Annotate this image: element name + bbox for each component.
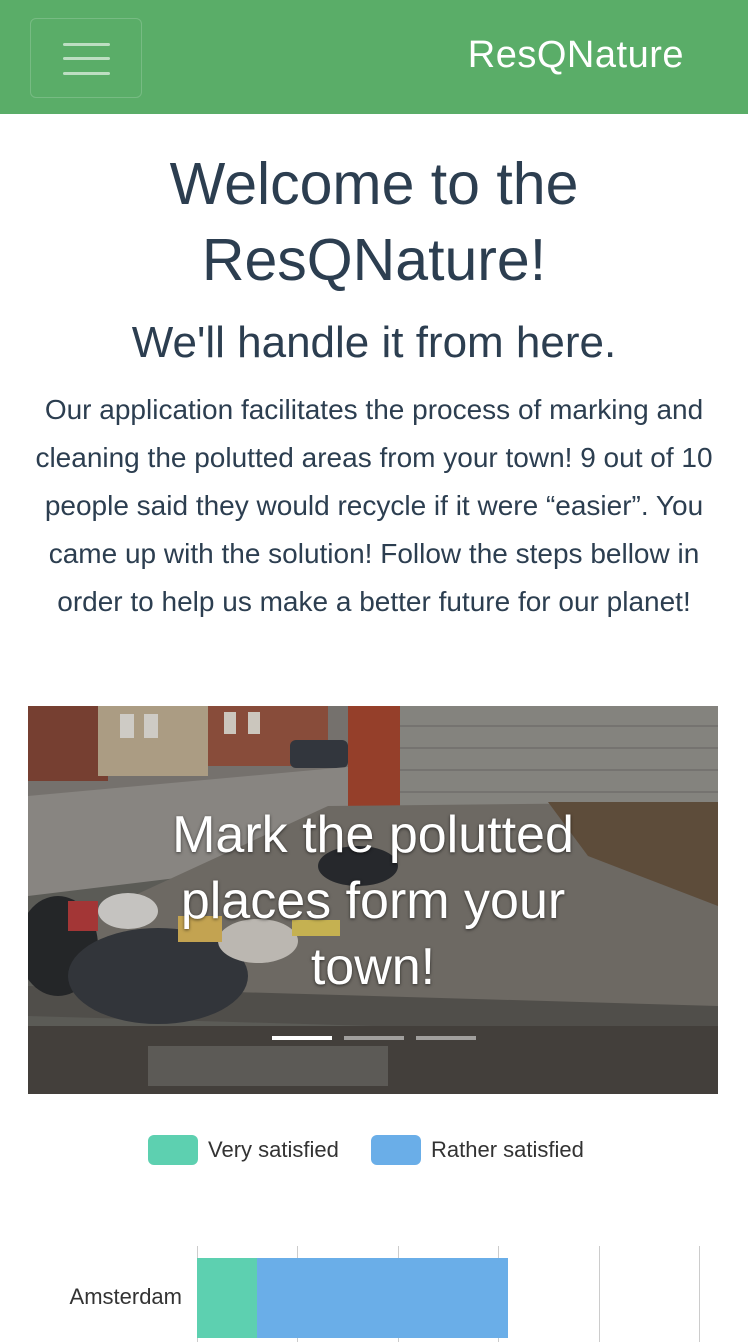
chart-gridline (699, 1246, 700, 1342)
bar-rather-satisfied[interactable] (257, 1258, 508, 1338)
carousel-indicator-1[interactable] (272, 1036, 332, 1040)
intro-paragraph: Our application facilitates the process … (35, 394, 713, 617)
category-label: Amsterdam (69, 1284, 182, 1309)
legend-swatch (371, 1134, 421, 1165)
menu-bar-line (63, 43, 110, 46)
legend-item-very-satisfied: Very satisfied (148, 1134, 339, 1166)
chart-legend: Very satisfied Rather satisfied (0, 1134, 748, 1166)
navbar: ResQNature (0, 0, 748, 114)
legend-label: Very satisfied (208, 1137, 339, 1162)
carousel-indicator-2[interactable] (344, 1036, 404, 1040)
carousel-caption: Mark the polutted places form your town! (172, 806, 574, 996)
image-carousel[interactable]: Mark the polutted places form your town! (28, 706, 718, 1094)
satisfaction-bar-chart: Amsterdam (0, 1240, 748, 1342)
menu-bar-line (63, 57, 110, 60)
chart-gridline (599, 1246, 600, 1342)
hamburger-menu-icon[interactable] (30, 18, 142, 98)
page-subtitle: We'll handle it from here. (131, 318, 617, 367)
brand-link[interactable]: ResQNature (468, 34, 684, 77)
menu-bar-line (63, 72, 110, 75)
legend-swatch (148, 1134, 198, 1165)
legend-item-rather-satisfied: Rather satisfied (371, 1134, 584, 1166)
carousel-indicator-3[interactable] (416, 1036, 476, 1040)
bar-very-satisfied[interactable] (197, 1258, 257, 1338)
legend-label: Rather satisfied (431, 1137, 584, 1162)
page-title: Welcome to the ResQNature! (169, 151, 579, 293)
